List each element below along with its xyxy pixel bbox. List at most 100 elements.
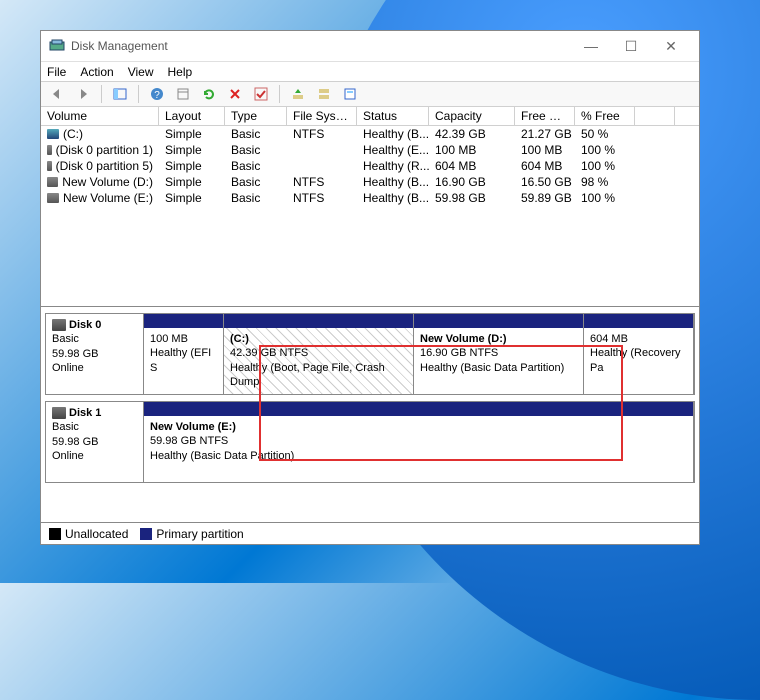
maximize-button[interactable]: ☐	[611, 32, 651, 60]
volume-fs: NTFS	[287, 174, 357, 190]
disk-icon	[52, 319, 66, 331]
col-pctfree[interactable]: % Free	[575, 107, 635, 125]
partition-title: New Volume (D:)	[420, 333, 507, 345]
menu-action[interactable]: Action	[80, 65, 113, 79]
disk-management-window: Disk Management — ☐ ✕ File Action View H…	[40, 30, 700, 545]
partition[interactable]: 100 MBHealthy (EFI S	[144, 314, 224, 394]
titlebar[interactable]: Disk Management — ☐ ✕	[41, 31, 699, 61]
refresh-button[interactable]	[199, 84, 219, 104]
delete-button[interactable]	[225, 84, 245, 104]
partition[interactable]: 604 MB Healthy (Recovery Pa	[584, 314, 694, 394]
volume-fs	[287, 158, 357, 174]
volume-status: Healthy (B...	[357, 126, 429, 142]
volume-capacity: 604 MB	[429, 158, 515, 174]
disk-info: Disk 0Basic59.98 GBOnline	[46, 314, 144, 394]
col-type[interactable]: Type	[225, 107, 287, 125]
volume-icon	[47, 129, 59, 139]
volume-type: Basic	[225, 158, 287, 174]
toolbar: ?	[41, 81, 699, 107]
volume-layout: Simple	[159, 126, 225, 142]
volume-status: Healthy (R...	[357, 158, 429, 174]
properties-button[interactable]	[340, 84, 360, 104]
volume-name: New Volume (D:)	[62, 175, 153, 189]
legend-primary: Primary partition	[156, 527, 243, 541]
partition-sub: 604 MB	[590, 333, 628, 345]
partition-status: Healthy (Basic Data Partition)	[420, 362, 564, 374]
legend-unallocated: Unallocated	[65, 527, 128, 541]
volume-layout: Simple	[159, 190, 225, 206]
volume-status: Healthy (E...	[357, 142, 429, 158]
volume-pct: 100 %	[575, 158, 635, 174]
volume-pct: 50 %	[575, 126, 635, 142]
partition-status: Healthy (Boot, Page File, Crash Dump	[230, 362, 385, 388]
partition-status: Healthy (Basic Data Partition)	[150, 450, 294, 462]
minimize-button[interactable]: —	[571, 32, 611, 60]
volume-list[interactable]: Volume Layout Type File System Status Ca…	[41, 107, 699, 307]
partition[interactable]: New Volume (D:) 16.90 GB NTFS Healthy (Bas…	[414, 314, 584, 394]
volume-free: 100 MB	[515, 142, 575, 158]
disk-id: Disk 1	[69, 407, 101, 419]
volume-pct: 100 %	[575, 190, 635, 206]
menu-view[interactable]: View	[128, 65, 154, 79]
menu-file[interactable]: File	[47, 65, 66, 79]
volume-name: (C:)	[63, 127, 83, 141]
col-status[interactable]: Status	[357, 107, 429, 125]
close-button[interactable]: ✕	[651, 32, 691, 60]
primary-swatch	[140, 528, 152, 540]
column-headers: Volume Layout Type File System Status Ca…	[41, 107, 699, 126]
svg-text:?: ?	[154, 90, 160, 101]
volume-pct: 100 %	[575, 142, 635, 158]
volume-capacity: 16.90 GB	[429, 174, 515, 190]
volume-layout: Simple	[159, 142, 225, 158]
volume-free: 21.27 GB	[515, 126, 575, 142]
volume-layout: Simple	[159, 174, 225, 190]
back-button[interactable]	[47, 84, 67, 104]
disk-row[interactable]: Disk 1Basic59.98 GBOnlineNew Volume (E:)…	[45, 401, 695, 483]
volume-fs: NTFS	[287, 126, 357, 142]
disk-info: Disk 1Basic59.98 GBOnline	[46, 402, 144, 482]
disk-list-top-button[interactable]	[288, 84, 308, 104]
col-filesystem[interactable]: File System	[287, 107, 357, 125]
volume-type: Basic	[225, 174, 287, 190]
window-title: Disk Management	[71, 39, 571, 53]
settings-button[interactable]	[173, 84, 193, 104]
disk-list-bottom-button[interactable]	[314, 84, 334, 104]
table-row[interactable]: New Volume (D:) SimpleBasicNTFSHealthy (B…	[41, 174, 699, 190]
col-volume[interactable]: Volume	[41, 107, 159, 125]
volume-status: Healthy (B...	[357, 174, 429, 190]
partition[interactable]: (C:)42.39 GB NTFSHealthy (Boot, Page Fil…	[224, 314, 414, 394]
volume-icon	[47, 193, 59, 203]
table-row[interactable]: New Volume (E:)SimpleBasicNTFSHealthy (B…	[41, 190, 699, 206]
disk-id: Disk 0	[69, 319, 101, 331]
volume-fs: NTFS	[287, 190, 357, 206]
volume-name: (Disk 0 partition 5)	[56, 159, 153, 173]
forward-button[interactable]	[73, 84, 93, 104]
help-button[interactable]: ?	[147, 84, 167, 104]
app-icon	[49, 38, 65, 54]
unallocated-swatch	[49, 528, 61, 540]
volume-icon	[47, 145, 52, 155]
disk-icon	[52, 407, 66, 419]
check-button[interactable]	[251, 84, 271, 104]
table-row[interactable]: (C:)SimpleBasicNTFSHealthy (B...42.39 GB…	[41, 126, 699, 142]
volume-type: Basic	[225, 190, 287, 206]
disk-row[interactable]: Disk 0Basic59.98 GBOnline100 MBHealthy (…	[45, 313, 695, 395]
partition-status: Healthy (Recovery Pa	[590, 347, 680, 373]
partition-title: (C:)	[230, 333, 249, 345]
volume-type: Basic	[225, 142, 287, 158]
col-freespace[interactable]: Free Sp...	[515, 107, 575, 125]
partition[interactable]: New Volume (E:)59.98 GB NTFSHealthy (Bas…	[144, 402, 694, 482]
table-row[interactable]: (Disk 0 partition 5)SimpleBasicHealthy (…	[41, 158, 699, 174]
graphical-view[interactable]: Disk 0Basic59.98 GBOnline100 MBHealthy (…	[41, 307, 699, 522]
col-capacity[interactable]: Capacity	[429, 107, 515, 125]
volume-pct: 98 %	[575, 174, 635, 190]
partition-status: Healthy (EFI S	[150, 347, 211, 373]
table-row[interactable]: (Disk 0 partition 1)SimpleBasicHealthy (…	[41, 142, 699, 158]
disk-type: Basic	[52, 421, 79, 433]
col-layout[interactable]: Layout	[159, 107, 225, 125]
partition-sub: 16.90 GB NTFS	[420, 347, 498, 359]
volume-fs	[287, 142, 357, 158]
show-hide-console-button[interactable]	[110, 84, 130, 104]
menu-help[interactable]: Help	[168, 65, 193, 79]
legend: Unallocated Primary partition	[41, 522, 699, 544]
